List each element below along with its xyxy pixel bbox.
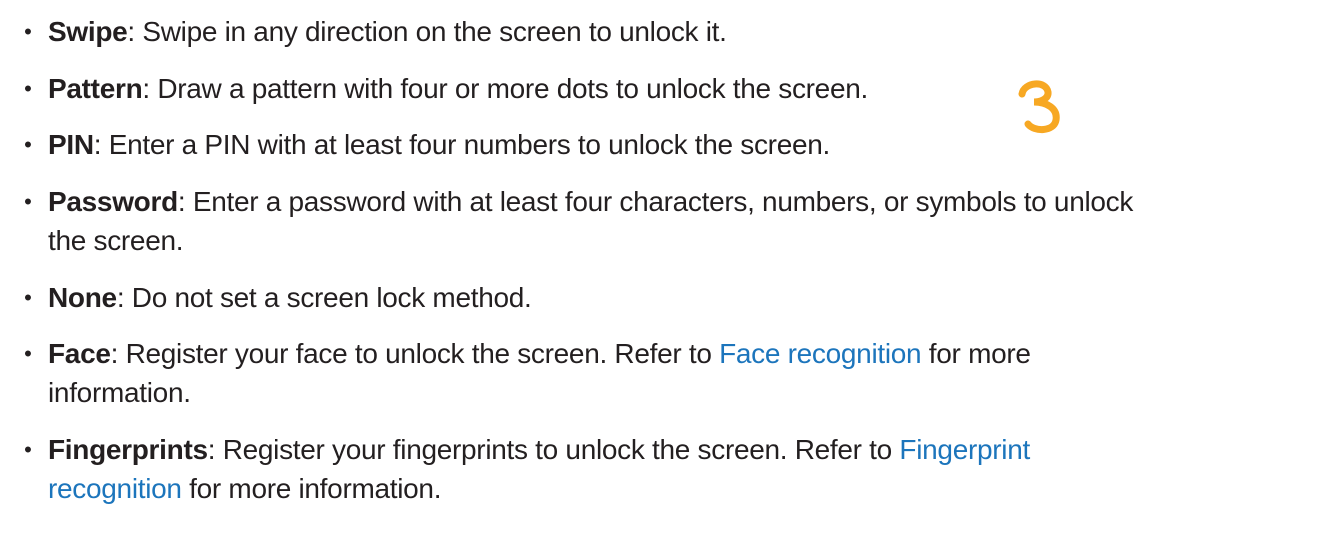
term: Pattern	[48, 73, 143, 104]
item-line-continued: the screen.	[48, 225, 184, 256]
fingerprint-recognition-link-continued[interactable]: recognition	[48, 473, 182, 504]
description: : Enter a PIN with at least four numbers…	[93, 129, 831, 160]
item-line: Pattern: Draw a pattern with four or mor…	[48, 69, 1328, 108]
term: Swipe	[48, 16, 128, 47]
item-line-continued: recognition for more information.	[48, 469, 1328, 508]
term: PIN	[48, 129, 94, 160]
description: : Swipe in any direction on the screen t…	[127, 16, 727, 47]
item-line: PIN: Enter a PIN with at least four numb…	[48, 125, 1328, 164]
bullet: •	[24, 437, 32, 462]
description: : Draw a pattern with four or more dots …	[142, 73, 868, 104]
bullet: •	[24, 285, 32, 310]
bullet: •	[24, 76, 32, 101]
description-tail: for more	[921, 338, 1031, 369]
bullet: •	[24, 341, 32, 366]
term: Password	[48, 186, 178, 217]
bullet: •	[24, 189, 32, 214]
description: : Register your fingerprints to unlock t…	[207, 434, 900, 465]
item-line: Fingerprints: Register your fingerprints…	[48, 430, 1328, 469]
swirl-decoration-icon	[1018, 80, 1060, 133]
item-line: None: Do not set a screen lock method.	[48, 278, 1328, 317]
term: Face	[48, 338, 111, 369]
term: Fingerprints	[48, 434, 208, 465]
item-line: Swipe: Swipe in any direction on the scr…	[48, 12, 1328, 51]
description: : Register your face to unlock the scree…	[110, 338, 720, 369]
term: None	[48, 282, 117, 313]
item-line: Password: Enter a password with at least…	[48, 182, 1328, 221]
description: : Enter a password with at least four ch…	[177, 186, 1134, 217]
fingerprint-recognition-link[interactable]: Fingerprint	[899, 434, 1030, 465]
item-line: Face: Register your face to unlock the s…	[48, 334, 1328, 373]
item-line-continued: information.	[48, 377, 191, 408]
description-tail: for more information.	[181, 473, 442, 504]
description: : Do not set a screen lock method.	[116, 282, 532, 313]
bullet: •	[24, 19, 32, 44]
bullet: •	[24, 132, 32, 157]
face-recognition-link[interactable]: Face recognition	[719, 338, 922, 369]
